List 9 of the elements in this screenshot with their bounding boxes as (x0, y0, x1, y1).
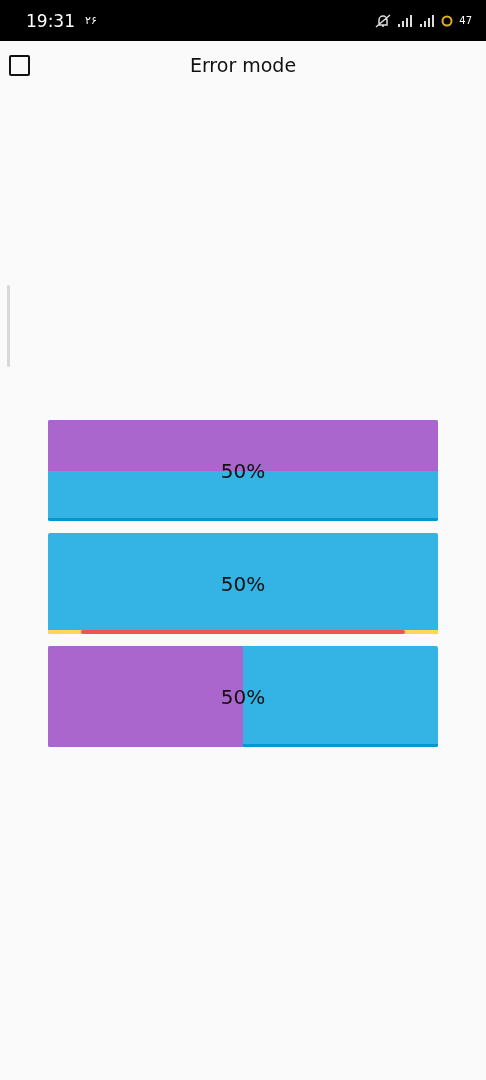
percent-label: 50% (220, 458, 266, 483)
clock-time: 19:31 (26, 10, 75, 31)
percent-label: 50% (220, 571, 266, 596)
battery-ring-icon (441, 14, 454, 27)
battery-level: 47 (459, 15, 472, 26)
percent-label: 50% (220, 684, 266, 709)
date-text: ۲۶ (85, 14, 97, 27)
screen-title: Error mode (189, 54, 297, 76)
checkbox[interactable] (9, 55, 30, 76)
